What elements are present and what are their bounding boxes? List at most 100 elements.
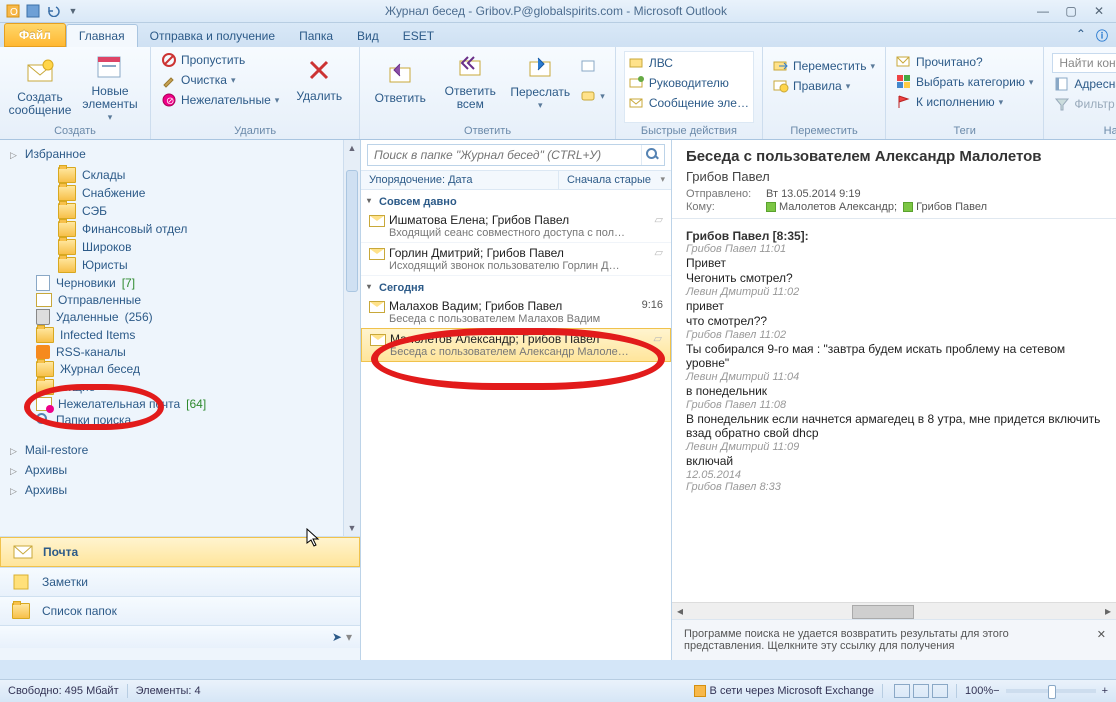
- delete-button[interactable]: Удалить: [287, 51, 351, 109]
- cleanup-button[interactable]: Очистка: [159, 71, 281, 89]
- reply-all-button[interactable]: Ответить всем: [438, 51, 502, 111]
- section-archive2[interactable]: Архивы: [0, 480, 360, 500]
- arrange-order[interactable]: Сначала старые: [558, 171, 671, 189]
- view-normal-icon[interactable]: [894, 684, 910, 698]
- module-notes[interactable]: Заметки: [0, 567, 360, 596]
- view-reading-icon[interactable]: [913, 684, 929, 698]
- module-folderlist[interactable]: Список папок: [0, 596, 360, 625]
- address-book-button[interactable]: Адресная книга: [1052, 75, 1116, 93]
- zoom-value: 100%: [965, 685, 993, 697]
- folder-финансовый-отдел[interactable]: Финансовый отдел: [0, 220, 360, 238]
- quickstep-1[interactable]: ЛВС: [627, 54, 751, 72]
- meeting-button[interactable]: [578, 57, 607, 75]
- scroll-down-icon[interactable]: ▼: [344, 520, 360, 536]
- section-mailrestore[interactable]: Mail-restore: [0, 440, 360, 460]
- qat-dropdown-icon[interactable]: ▼: [64, 2, 82, 20]
- nav-scrollbar[interactable]: ▲ ▼: [343, 140, 360, 536]
- section-archive1[interactable]: Архивы: [0, 460, 360, 480]
- main-area: Избранное◂ СкладыСнабжениеСЭБФинансовый …: [0, 140, 1116, 660]
- folder-удаленные[interactable]: Удаленные (256): [0, 308, 360, 326]
- search-info-bar[interactable]: Программе поиска не удается возвратить р…: [672, 619, 1116, 660]
- find-contact-input[interactable]: Найти контакт: [1052, 53, 1116, 73]
- ribbon-minimize-icon[interactable]: ⌃: [1076, 27, 1086, 44]
- reading-body[interactable]: Грибов Павел [8:35]:Грибов Павел 11:01Пр…: [672, 219, 1116, 602]
- message-item[interactable]: Горлин Дмитрий; Грибов ПавелИсходящий зв…: [361, 243, 671, 276]
- categorize-button[interactable]: Выбрать категорию: [894, 73, 1035, 91]
- chat-meta: Грибов Павел 8:33: [686, 481, 1102, 493]
- shortcut-icon[interactable]: ➤: [332, 630, 342, 644]
- reading-h-scrollbar[interactable]: ◂ ▸: [672, 602, 1116, 619]
- arrange-by[interactable]: Упорядочение: Дата: [361, 171, 558, 189]
- folder-отправленные[interactable]: Отправленные: [0, 292, 360, 308]
- arrange-bar[interactable]: Упорядочение: Дата Сначала старые: [361, 170, 671, 190]
- move-button[interactable]: Переместить: [771, 57, 877, 75]
- zoom-slider[interactable]: − +: [993, 685, 1108, 697]
- folder-широков[interactable]: Широков: [0, 238, 360, 256]
- new-message-button[interactable]: Создать сообщение: [8, 51, 72, 123]
- outlook-icon[interactable]: O: [4, 2, 22, 20]
- module-config-icon[interactable]: ▾: [346, 630, 352, 644]
- group-move: Переместить Правила Переместить: [763, 47, 886, 139]
- search-box[interactable]: [367, 144, 665, 166]
- message-item[interactable]: Малахов Вадим; Грибов ПавелБеседа с поль…: [361, 296, 671, 329]
- notes-module-icon: [12, 574, 32, 590]
- scroll-up-icon[interactable]: ▲: [344, 140, 360, 156]
- favorites-header[interactable]: Избранное◂: [0, 144, 360, 164]
- presence-icon: [766, 202, 776, 212]
- module-mail[interactable]: Почта: [0, 537, 360, 567]
- view-min-icon[interactable]: [932, 684, 948, 698]
- junk-icon: ⊘: [161, 92, 177, 108]
- folder-черновики[interactable]: Черновики [7]: [0, 274, 360, 292]
- message-item[interactable]: Ишматова Елена; Грибов ПавелВходящий сеа…: [361, 210, 671, 243]
- folder-снабжение[interactable]: Снабжение: [0, 184, 360, 202]
- zoom-out-icon[interactable]: −: [993, 685, 999, 697]
- hscroll-right-icon[interactable]: ▸: [1100, 603, 1116, 619]
- tab-eset[interactable]: ESET: [391, 25, 446, 47]
- search-button[interactable]: [641, 145, 664, 165]
- scroll-thumb[interactable]: [346, 170, 358, 292]
- tab-view[interactable]: Вид: [345, 25, 391, 47]
- junk-button[interactable]: ⊘Нежелательные: [159, 91, 281, 109]
- tab-folder[interactable]: Папка: [287, 25, 345, 47]
- module-shortcuts[interactable]: ➤ ▾: [0, 625, 360, 648]
- forward-button[interactable]: Переслать: [508, 51, 572, 111]
- message-list-pane: Упорядочение: Дата Сначала старые Совсем…: [361, 140, 672, 660]
- hscroll-left-icon[interactable]: ◂: [672, 603, 688, 619]
- more-respond-button[interactable]: [578, 88, 607, 106]
- maximize-button[interactable]: ▢: [1058, 3, 1084, 19]
- qat-undo-icon[interactable]: [44, 2, 62, 20]
- msg-group-header[interactable]: Сегодня: [361, 276, 671, 296]
- quickstep-3[interactable]: Сообщение эле…: [627, 94, 751, 112]
- hscroll-thumb[interactable]: [852, 605, 914, 619]
- new-items-button[interactable]: Новые элементы: [78, 51, 142, 123]
- group-quicksteps: ЛВС Руководителю Сообщение эле… Быстрые …: [616, 47, 763, 139]
- infobar-close-icon[interactable]: ✕: [1097, 628, 1106, 641]
- rules-button[interactable]: Правила: [771, 77, 877, 95]
- qat-save-icon[interactable]: [24, 2, 42, 20]
- search-input[interactable]: [368, 145, 641, 165]
- folder-сэб[interactable]: СЭБ: [0, 202, 360, 220]
- folder-infected-items[interactable]: Infected Items: [0, 326, 360, 344]
- close-button[interactable]: ✕: [1086, 3, 1112, 19]
- ignore-button[interactable]: Пропустить: [159, 51, 281, 69]
- zoom-in-icon[interactable]: +: [1102, 685, 1108, 697]
- quickstep-2[interactable]: Руководителю: [627, 74, 751, 92]
- followup-button[interactable]: К исполнению: [894, 93, 1035, 111]
- folder-склады[interactable]: Склады: [0, 166, 360, 184]
- folder-rss-каналы[interactable]: RSS-каналы: [0, 344, 360, 360]
- msg-group-header[interactable]: Совсем давно: [361, 190, 671, 210]
- reading-subject: Беседа с пользователем Александр Малолет…: [686, 148, 1102, 165]
- folder-журнал-бесед[interactable]: Журнал бесед: [0, 360, 360, 378]
- minimize-button[interactable]: —: [1030, 3, 1056, 19]
- folder-юристы[interactable]: Юристы: [0, 256, 360, 274]
- read-unread-button[interactable]: Прочитано?: [894, 53, 1035, 71]
- chat-hdr: Грибов Павел [8:35]:: [686, 229, 1102, 243]
- tab-file[interactable]: Файл: [4, 23, 66, 47]
- search-icon: [646, 148, 660, 162]
- filter-mail-button[interactable]: Фильтр почты: [1052, 95, 1116, 113]
- help-icon[interactable]: ⓘ: [1096, 27, 1108, 44]
- ribbon-tabs: Файл Главная Отправка и получение Папка …: [0, 23, 1116, 47]
- reply-button[interactable]: Ответить: [368, 51, 432, 111]
- tab-home[interactable]: Главная: [66, 24, 138, 47]
- tab-sendreceive[interactable]: Отправка и получение: [138, 25, 287, 47]
